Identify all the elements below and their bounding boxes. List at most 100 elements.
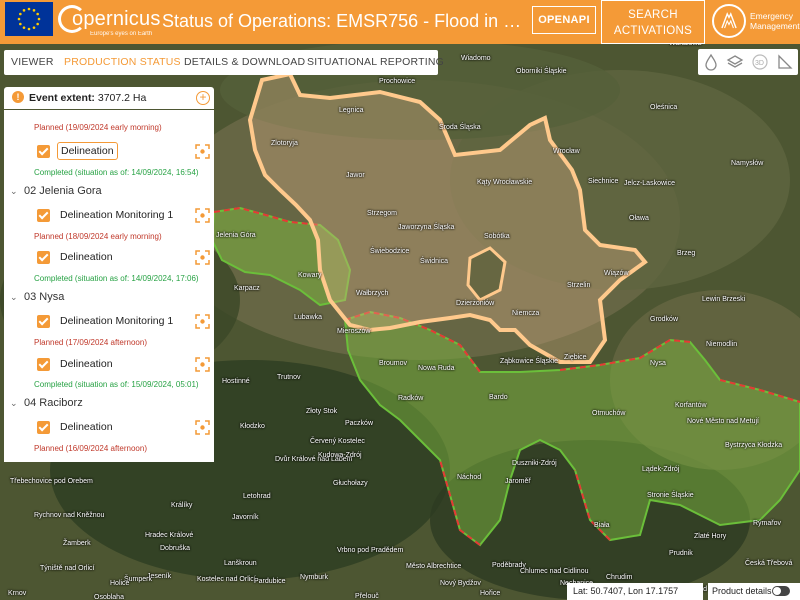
map-town-label: Ziębice [564,354,587,361]
map-town-label: Nový Bydžov [440,580,481,587]
completed-status-text: Completed (situation as of: 14/09/2024, … [34,274,199,283]
planned-status-text: Planned (19/09/2024 early morning) [34,123,162,132]
zoom-to-extent-icon[interactable] [195,420,210,435]
map-town-label: Týniště nad Orlicí [40,565,95,572]
map-town-label: Duszniki-Zdrój [512,460,557,467]
map-town-label: Strzegom [367,210,397,217]
product-checkbox[interactable] [37,315,50,328]
map-town-label: Letohrad [243,493,271,500]
map-town-label: Środa Śląska [439,124,481,131]
app-header: opernicus Europe's eyes on Earth Status … [0,0,800,44]
measure-icon[interactable] [776,53,794,71]
map-town-label: Grodków [650,316,679,323]
coordinates-readout: Lat: 50.7407, Lon 17.1757 [567,583,703,600]
tab-viewer[interactable]: VIEWER [11,56,54,68]
map-town-label: Warszowa [669,44,701,47]
zoom-to-extent-icon[interactable] [195,314,210,329]
chevron-down-icon: ⌄ [10,292,18,302]
emergency-management-logo[interactable]: Emergency Management [712,2,800,40]
tab-production-status[interactable]: PRODUCTION STATUS [64,56,181,68]
map-town-label: Nové Město nad Metují [687,418,759,425]
add-circle-icon[interactable]: + [196,91,210,105]
product-row: Delineation [37,142,214,162]
map-town-label: Siechnice [588,178,619,185]
product-checkbox[interactable] [37,358,50,371]
map-town-label: Trutnov [277,374,301,381]
product-name[interactable]: Delineation [57,142,118,160]
warning-icon: ! [12,91,24,103]
tab-situational-reporting[interactable]: SITUATIONAL REPORTING [307,56,444,68]
zoom-to-extent-icon[interactable] [195,357,210,372]
water-drop-icon[interactable] [702,53,720,71]
map-town-label: Złoty Stok [306,408,338,415]
product-name[interactable]: Delineation Monitoring 1 [60,209,173,221]
map-town-label: Nysa [650,360,666,367]
page-title: Status of Operations: EMSR756 - Flood in… [162,11,530,31]
3d-view-icon[interactable]: 3D [751,53,769,71]
aoi-name: 04 Raciborz [24,397,83,409]
map-town-label: Świebodzice [370,248,410,255]
product-details-label: Product details [712,586,772,596]
product-name[interactable]: Delineation [60,421,113,433]
aoi-header[interactable]: ⌄ 03 Nysa [10,291,64,303]
zoom-to-extent-icon[interactable] [195,144,210,159]
product-checkbox[interactable] [37,145,50,158]
layers-icon[interactable] [726,53,744,71]
zoom-to-extent-icon[interactable] [195,208,210,223]
map-town-label: Králíky [171,502,193,509]
product-name[interactable]: Delineation [60,358,113,370]
aoi-name: 03 Nysa [24,291,65,303]
map-town-label: Brzeg [677,250,696,257]
product-checkbox[interactable] [37,421,50,434]
aoi-header[interactable]: ⌄ 02 Jelenia Gora [10,185,102,197]
product-details-toggle[interactable] [772,586,790,596]
search-activations-label-line2: ACTIVATIONS [613,25,693,37]
map-town-label: Nymburk [300,574,329,581]
openapi-button[interactable]: OPENAPI [532,6,596,34]
map-town-label: Kowary [298,272,322,279]
map-town-label: Legnica [339,107,364,114]
product-checkbox[interactable] [37,209,50,222]
map-town-label: Paczków [345,420,374,427]
aoi-name: 02 Jelenia Gora [24,185,102,197]
product-name[interactable]: Delineation Monitoring 1 [60,315,173,327]
product-checkbox[interactable] [37,251,50,264]
3d-view-label: 3D [755,60,764,67]
copernicus-brand: opernicus [72,8,161,30]
map-town-label: Biała [594,522,610,529]
product-name[interactable]: Delineation [60,251,113,263]
search-activations-button[interactable]: SEARCH ACTIVATIONS [601,0,705,44]
map-town-label: Hradec Králové [145,532,194,539]
product-row: Delineation Monitoring 1 [37,206,214,226]
map-town-label: Wiązów [604,270,629,277]
map-town-label: Oleśnica [650,104,678,111]
map-town-label: Jaroměř [505,478,531,485]
copernicus-logo[interactable]: opernicus Europe's eyes on Earth [58,2,160,38]
product-row: Delineation [37,355,214,375]
em-label-line2: Management [750,21,800,31]
eu-flag-logo [5,2,53,36]
map-town-label: Namysłów [731,160,764,167]
map-town-label: Město Albrechtice [406,563,462,570]
map-town-label: Ząbkowice Śląskie [500,358,558,365]
zoom-to-extent-icon[interactable] [195,250,210,265]
map-town-label: Kąty Wrocławskie [477,179,533,186]
map-town-label: Jawor [346,172,365,179]
planned-status-text: Planned (18/09/2024 early morning) [34,232,162,241]
product-row: Delineation Monitoring 1 [37,312,214,332]
emergency-management-icon [712,4,746,38]
map-town-label: Dzierżoniów [456,300,495,307]
map-town-label: Wrocław [553,148,580,155]
map-town-label: Náchod [457,474,482,481]
planned-status-text: Planned (17/09/2024 afternoon) [34,338,147,347]
map-town-label: Kostelec nad Orlicí [197,576,256,583]
map-town-label: Oborniki Śląskie [516,68,567,75]
production-status-panel[interactable]: Planned (19/09/2024 early morning) Deline… [4,110,214,462]
chevron-down-icon: ⌄ [10,186,18,196]
tab-details-download[interactable]: DETAILS & DOWNLOAD [184,56,305,68]
em-label-line1: Emergency [750,11,793,21]
map-town-label: Głuchołazy [333,480,368,487]
aoi-header[interactable]: ⌄ 04 Raciborz [10,397,83,409]
tab-bar: VIEWER PRODUCTION STATUS DETAILS & DOWNL… [4,50,444,75]
map-town-label: Oława [629,215,649,222]
